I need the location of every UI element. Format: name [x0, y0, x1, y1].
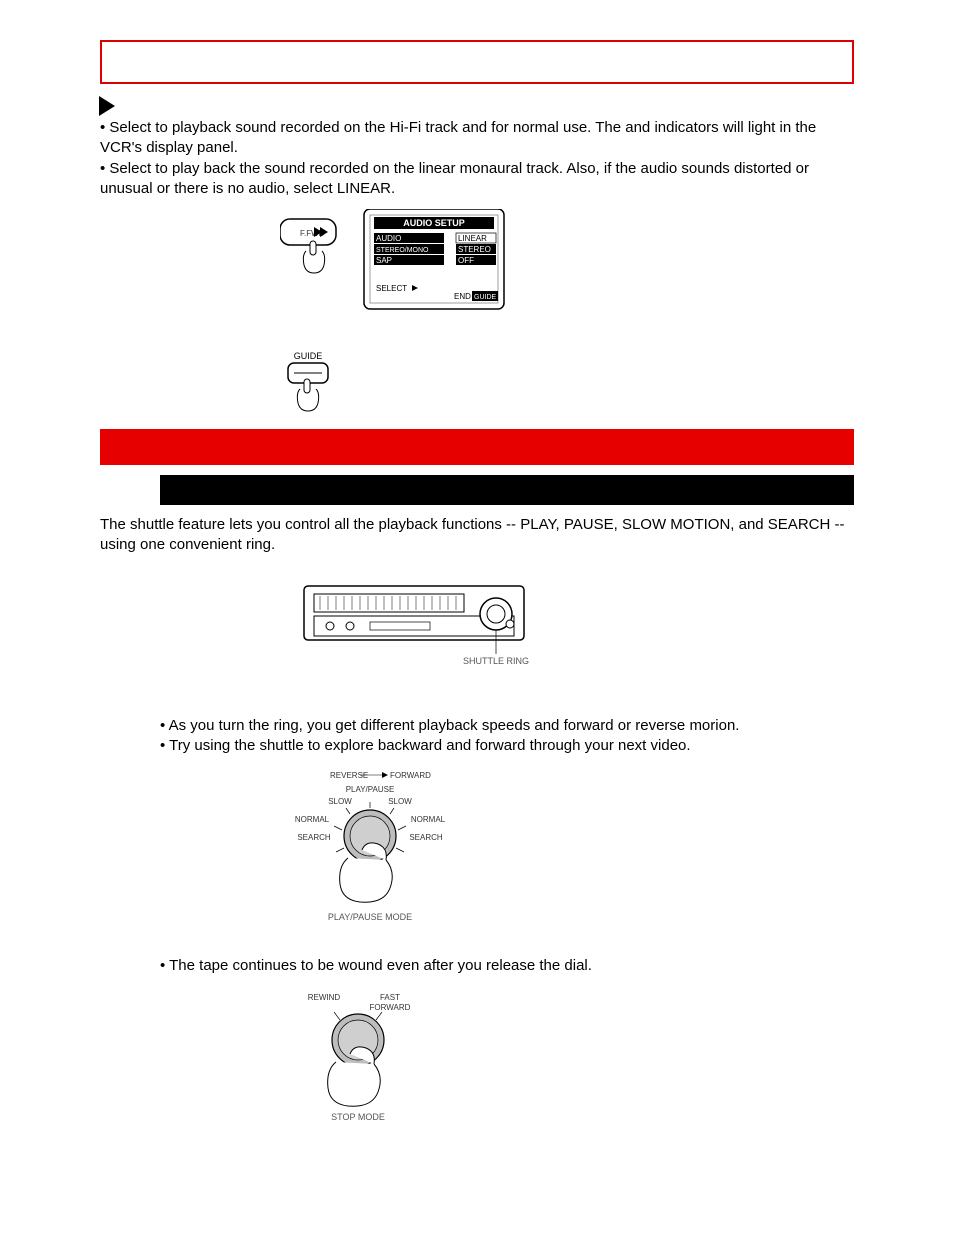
- bullet: • The tape continues to be wound even af…: [160, 956, 854, 976]
- section-bar: [100, 429, 854, 465]
- dial2-mode: STOP MODE: [331, 1112, 385, 1122]
- menu-row1-right: LINEAR: [458, 234, 487, 243]
- step3-text: • Select to playback sound recorded on t…: [100, 118, 854, 199]
- dial1-normal-r: NORMAL: [411, 815, 446, 824]
- shuttle-bullets-2: • The tape continues to be wound even af…: [100, 956, 854, 976]
- dial1-normal-l: NORMAL: [295, 815, 330, 824]
- guide-button-label: GUIDE: [294, 351, 323, 361]
- dial1-search-r: SEARCH: [409, 833, 443, 842]
- dial1-forward: FORWARD: [390, 771, 431, 780]
- menu-row3-left: SAP: [376, 256, 392, 265]
- shuttle-ring-label: SHUTTLE RING: [463, 656, 529, 666]
- vcr-figure: SHUTTLE RING: [300, 576, 954, 676]
- dial-stop-figure: REWIND FAST FORWARD STOP MODE: [290, 986, 954, 1126]
- guide-button-figure: GUIDE: [280, 349, 954, 419]
- menu-row1-left: AUDIO: [376, 234, 401, 243]
- dial-playpause-figure: REVERSE FORWARD PLAY/PAUSE SLOW SLOW NOR…: [290, 766, 954, 926]
- play-icon: [95, 94, 119, 118]
- dial1-slow-l: SLOW: [328, 797, 352, 806]
- step3-box: [100, 40, 854, 84]
- text: and: [625, 119, 654, 136]
- dial2-rewind: REWIND: [308, 993, 341, 1002]
- menu-select-label: SELECT: [376, 284, 407, 293]
- menu-guide-label: GUIDE: [474, 294, 497, 301]
- menu-row2-left: STEREO/MONO: [376, 247, 429, 254]
- menu-row2-right: STEREO: [458, 245, 491, 254]
- page: • Select to playback sound recorded on t…: [0, 0, 954, 1176]
- menu-title: AUDIO SETUP: [403, 218, 465, 228]
- text: to playback sound recorded on the Hi-Fi …: [155, 119, 625, 136]
- shuttle-bullets-1: • As you turn the ring, you get differen…: [100, 716, 854, 757]
- dial2-fast: FAST: [380, 993, 400, 1002]
- dial1-pp: PLAY/PAUSE: [346, 785, 395, 794]
- dial1-mode: PLAY/PAUSE MODE: [328, 912, 412, 922]
- text: to play back the sound recorded on the l…: [100, 160, 809, 197]
- subsection-bar: [160, 475, 854, 505]
- dial1-search-l: SEARCH: [297, 833, 331, 842]
- bullet: • Try using the shuttle to explore backw…: [160, 736, 854, 756]
- shuttle-intro: The shuttle feature lets you control all…: [100, 515, 854, 556]
- text: • Select: [100, 160, 155, 177]
- bullet: • As you turn the ring, you get differen…: [160, 716, 854, 736]
- dial1-reverse: REVERSE: [330, 771, 368, 780]
- menu-row3-right: OFF: [458, 256, 474, 265]
- text: • Select: [100, 119, 155, 136]
- dial2-forward: FORWARD: [370, 1003, 411, 1012]
- dial1-slow-r: SLOW: [388, 797, 412, 806]
- menu-end-label: END: [454, 292, 471, 301]
- audio-setup-figure: F.FWD AUDIO SETUP AUDIO LINEAR: [280, 209, 954, 319]
